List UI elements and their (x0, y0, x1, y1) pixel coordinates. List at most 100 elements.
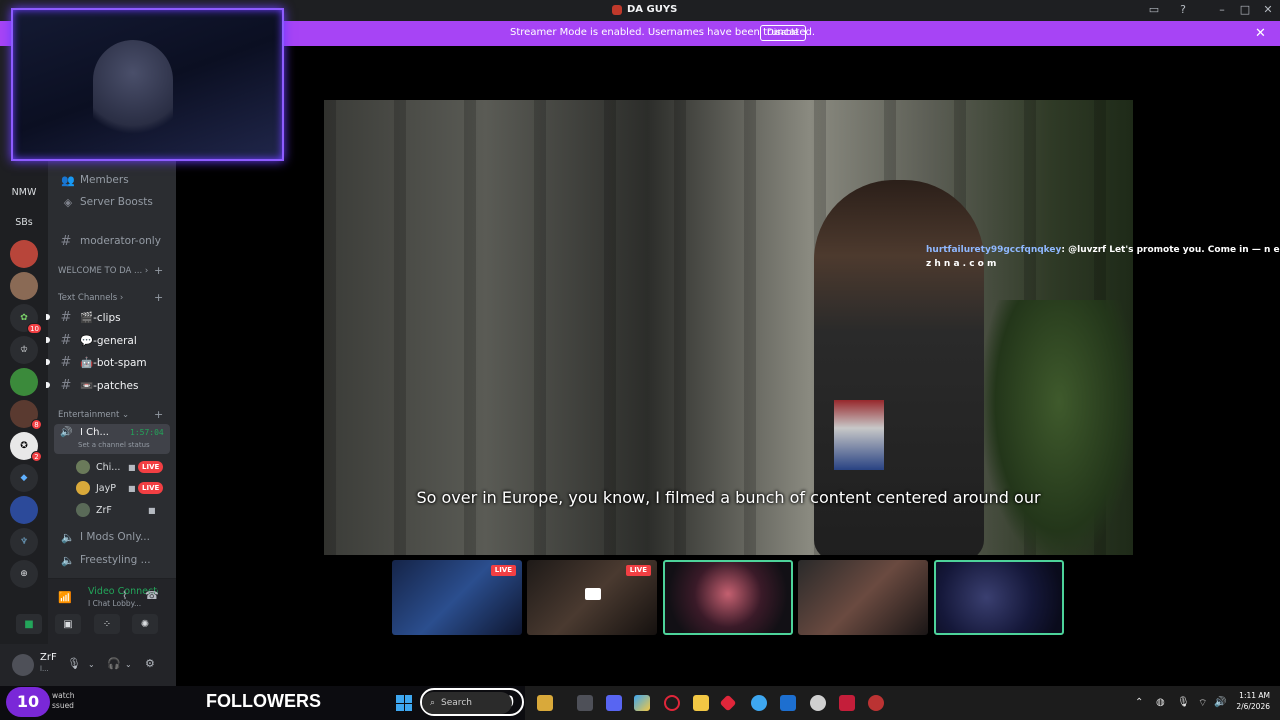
camera-icon: ■ (128, 483, 136, 493)
channel-label: 💬-general (80, 334, 137, 347)
screen-share-icon (585, 588, 601, 600)
voice-connected-channel[interactable]: I Chat Lobby... (88, 599, 141, 608)
webcam-overlay (11, 8, 284, 161)
minimize-icon[interactable]: – (1215, 3, 1229, 17)
stream-thumbnail-selected[interactable] (663, 560, 793, 635)
chevron-down-icon[interactable]: ⌄ (125, 660, 132, 669)
window-title-text: DA GUYS (627, 4, 678, 15)
channel-moderator-only[interactable]: # moderator-only (52, 231, 172, 251)
obs-icon[interactable] (810, 695, 826, 711)
server-icon-3[interactable]: ✿ 10 (10, 304, 42, 334)
copilot-icon[interactable] (634, 695, 650, 711)
channel-emoji: 📼 (80, 379, 94, 392)
add-channel-icon[interactable]: + (154, 291, 163, 304)
microphone-icon[interactable]: 🎙 (67, 657, 81, 670)
microphone-tray-icon[interactable]: 🎙 (1177, 697, 1190, 708)
opera-icon[interactable] (664, 695, 680, 711)
voice-user[interactable]: ZrF ■ (76, 501, 168, 519)
text-channel-icon: # (60, 377, 72, 393)
screen-share-button[interactable]: ▣ (55, 614, 81, 634)
task-view-icon[interactable] (577, 695, 593, 711)
channel-clips[interactable]: # 🎬-clips (46, 307, 172, 327)
outlook-icon[interactable] (780, 695, 796, 711)
server-sbs-label: SBs (15, 216, 33, 228)
chevron-up-icon[interactable]: ⌃ (1135, 697, 1143, 708)
maximize-icon[interactable]: □ (1238, 3, 1252, 17)
help-icon[interactable] (751, 695, 767, 711)
server-boosts-item[interactable]: ◈ Server Boosts (48, 194, 176, 210)
disconnect-icon[interactable]: ☎ (145, 589, 159, 602)
close-window-icon[interactable]: ✕ (1261, 3, 1275, 17)
channel-status[interactable]: Set a channel status (78, 441, 150, 449)
volume-icon[interactable]: 🔊 (1214, 697, 1226, 708)
add-channel-icon[interactable]: + (154, 408, 163, 421)
add-channel-icon[interactable]: + (154, 264, 163, 277)
help-icon[interactable]: ? (1176, 3, 1190, 17)
chat-username: hurtfailurety99gccfqnqkey (926, 245, 1062, 255)
windows-taskbar (525, 686, 1280, 720)
chevron-down-icon[interactable]: ⌄ (88, 660, 95, 669)
server-icon-10[interactable]: ♆ (10, 528, 38, 556)
channel-general[interactable]: # 💬-general (46, 330, 172, 350)
voice-channel-mods-only[interactable]: 🔈 I Mods Only... (48, 529, 176, 545)
avatar[interactable] (12, 654, 34, 676)
server-icon-6[interactable]: 8 (10, 400, 42, 430)
channel-patches[interactable]: # 📼-patches (46, 375, 172, 395)
inbox-icon[interactable]: ▭ (1147, 3, 1161, 17)
server-icon-5[interactable] (10, 368, 38, 396)
server-icon-8[interactable]: ◆ (10, 464, 38, 492)
close-banner-icon[interactable]: ✕ (1255, 26, 1266, 41)
server-icon-2[interactable] (10, 272, 38, 300)
channel-bot-spam[interactable]: # 🤖-bot-spam (46, 352, 172, 372)
voice-user[interactable]: Chi... ■ LIVE (76, 458, 168, 476)
disable-streamer-mode-button[interactable]: Disable (760, 25, 806, 41)
activities-button[interactable]: ⁘ (94, 614, 120, 634)
members-item[interactable]: 👥 Members (48, 172, 176, 188)
voice-connected-panel: 📶 Video Connected I Chat Lobby... ⌇ ☎ (48, 578, 176, 644)
server-icon-9[interactable] (10, 496, 38, 524)
voice-channel-active[interactable]: 🔊 I Ch... 1:57:04 Set a channel status (54, 424, 170, 454)
channel-emoji: 🤖 (80, 356, 94, 369)
app-icon[interactable] (719, 694, 737, 712)
server-icon-7[interactable]: ✪ 2 (10, 432, 42, 462)
taskbar-clock[interactable]: 1:11 AM 2/6/2026 (1226, 690, 1270, 712)
gear-icon[interactable]: ⚙ (145, 657, 155, 670)
server-icon-4[interactable]: ♔ (10, 336, 38, 364)
category-label: Entertainment (58, 410, 120, 420)
stream-thumbnail[interactable]: LIVE (392, 560, 522, 635)
stream-thumbnail-selected[interactable] (934, 560, 1064, 635)
overlay-counter: 10 (6, 687, 50, 717)
category-entertainment[interactable]: Entertainment ⌄ (58, 410, 129, 420)
app-icon[interactable] (537, 695, 553, 711)
stream-thumbnail[interactable] (798, 560, 928, 635)
server-sbs[interactable]: SBs (10, 208, 38, 236)
stream-thumbnail[interactable]: LIVE (527, 560, 657, 635)
server-icon-1[interactable] (10, 240, 38, 268)
app-icon[interactable] (839, 695, 855, 711)
soundboard-button[interactable]: ✺ (132, 614, 158, 634)
taskbar-search[interactable]: ⌕ Search (422, 692, 512, 714)
server-nmw[interactable]: NMW (10, 178, 38, 206)
voice-channel-freestyling[interactable]: 🔈 Freestyling ... (48, 552, 176, 568)
voice-user[interactable]: JayP ■ LIVE (76, 479, 168, 497)
camera-button[interactable]: ■ (16, 614, 42, 634)
category-welcome[interactable]: WELCOME TO DA ... › (58, 266, 148, 276)
category-text-channels[interactable]: Text Channels › (58, 293, 123, 303)
main-stream-video[interactable] (324, 100, 1133, 555)
file-explorer-icon[interactable] (693, 695, 709, 711)
noise-suppression-icon[interactable]: ⌇ (122, 589, 127, 602)
live-badge: LIVE (490, 565, 516, 576)
discord-icon[interactable] (606, 695, 622, 711)
wifi-icon[interactable]: ⌔ (1198, 697, 1207, 710)
add-server-icon[interactable]: ⊕ (10, 560, 38, 588)
channel-label: 📼-patches (80, 379, 138, 392)
search-label: Search (441, 698, 472, 708)
server-nmw-label: NMW (11, 186, 37, 198)
network-tray-icon[interactable]: ◍ (1156, 697, 1165, 708)
headphones-icon[interactable]: 🎧 (107, 657, 121, 670)
app-icon[interactable] (868, 695, 884, 711)
windows-start-icon[interactable] (396, 695, 412, 711)
user-status: l... (40, 665, 49, 673)
window-title: DA GUYS (612, 4, 677, 15)
camera-icon: ■ (128, 462, 136, 472)
